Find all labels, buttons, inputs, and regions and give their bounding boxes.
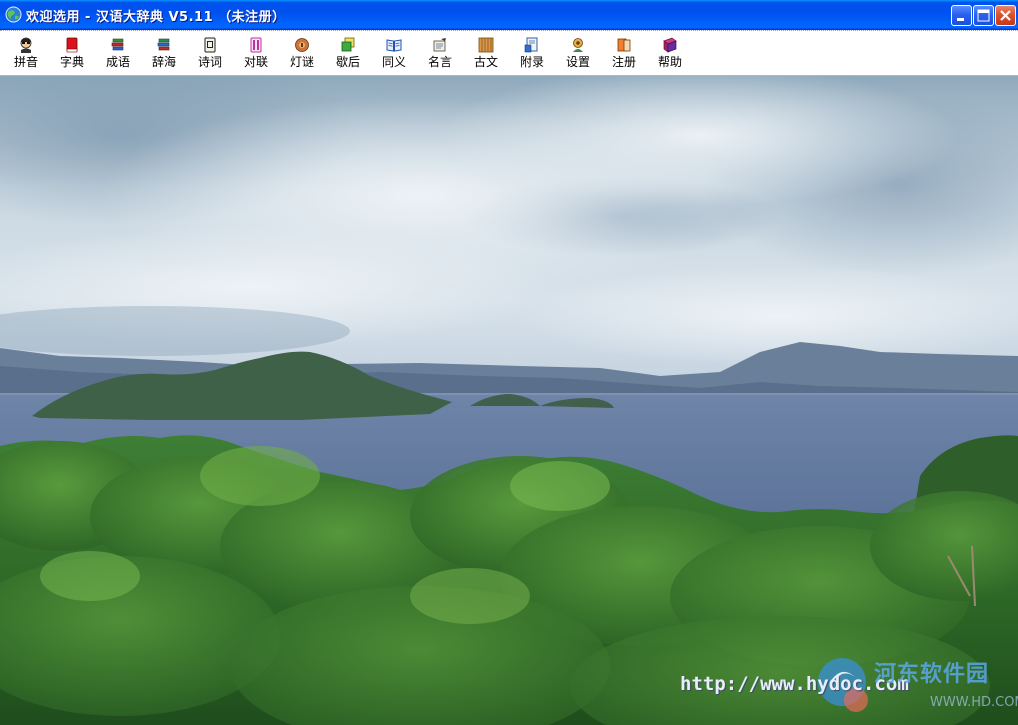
- toolbar-label: 对联: [243, 55, 268, 69]
- landscape-image: [0, 76, 1018, 725]
- maximize-icon: [977, 9, 990, 22]
- lantern-icon: [295, 38, 309, 52]
- help-book-icon: [663, 37, 677, 53]
- toolbar-xiehouyu-button[interactable]: 歇后: [328, 32, 368, 72]
- cards-icon: [341, 37, 355, 52]
- bamboo-slip-icon: [478, 37, 494, 53]
- toolbar-register-button[interactable]: 注册: [604, 32, 644, 72]
- toolbar-appendix-button[interactable]: 附录: [512, 32, 552, 72]
- person-icon: [20, 37, 32, 53]
- gear-person-icon: [573, 38, 583, 52]
- toolbar-label: 诗词: [197, 55, 222, 69]
- toolbar: 拼音 字典 成语 辞海 诗词 对联 灯谜 歇后 同义 名言 古文 附录 设置 注…: [0, 30, 1018, 76]
- globe-app-icon: [5, 6, 22, 23]
- scroll-icon: [250, 37, 262, 53]
- book-stack-icon: [111, 38, 124, 51]
- open-book-icon: [386, 39, 402, 52]
- register-icon: [617, 38, 631, 52]
- toolbar-couplet-button[interactable]: 对联: [236, 32, 276, 72]
- app-window: 欢迎选用 - 汉语大辞典 V5.11 （未注册） 拼音 字典 成语 辞海 诗词 …: [0, 0, 1018, 725]
- toolbar-label: 注册: [611, 55, 636, 69]
- document-icon: [524, 37, 538, 53]
- minimize-icon: [957, 18, 964, 21]
- toolbar-quotes-button[interactable]: 名言: [420, 32, 460, 72]
- window-title: 欢迎选用 - 汉语大辞典 V5.11 （未注册）: [26, 10, 286, 25]
- landscape-background-image: [0, 76, 1018, 725]
- toolbar-pinyin-button[interactable]: 拼音: [6, 32, 46, 72]
- toolbar-help-button[interactable]: 帮助: [650, 32, 690, 72]
- toolbar-label: 灯谜: [289, 55, 314, 69]
- toolbar-label: 附录: [519, 55, 544, 69]
- toolbar-poetry-button[interactable]: 诗词: [190, 32, 230, 72]
- maximize-button[interactable]: [973, 5, 994, 26]
- toolbar-classical-button[interactable]: 古文: [466, 32, 506, 72]
- toolbar-label: 古文: [473, 55, 498, 69]
- toolbar-idiom-button[interactable]: 成语: [98, 32, 138, 72]
- minimize-button[interactable]: [951, 5, 972, 26]
- toolbar-label: 拼音: [13, 55, 38, 69]
- notebook-icon: [204, 37, 216, 53]
- watermark-site-sub: WWW.HD.COM: [930, 695, 1018, 710]
- toolbar-label: 歇后: [335, 55, 360, 69]
- toolbar-cihai-button[interactable]: 辞海: [144, 32, 184, 72]
- toolbar-settings-button[interactable]: 设置: [558, 32, 598, 72]
- watermark-site-name: 河东软件园: [874, 662, 990, 687]
- close-icon: [1000, 10, 1011, 21]
- toolbar-label: 设置: [565, 55, 590, 69]
- book-stack-icon: [157, 38, 170, 51]
- toolbar-synonym-button[interactable]: 同义: [374, 32, 414, 72]
- toolbar-riddle-button[interactable]: 灯谜: [282, 32, 322, 72]
- toolbar-label: 帮助: [657, 55, 682, 69]
- close-button[interactable]: [995, 5, 1016, 26]
- title-bar[interactable]: 欢迎选用 - 汉语大辞典 V5.11 （未注册）: [0, 0, 1018, 30]
- toolbar-label: 字典: [59, 55, 84, 69]
- toolbar-label: 名言: [427, 55, 452, 69]
- toolbar-label: 成语: [105, 55, 130, 69]
- toolbar-dictionary-button[interactable]: 字典: [52, 32, 92, 72]
- red-book-icon: [66, 37, 78, 53]
- pencil-note-icon: [433, 38, 446, 52]
- toolbar-label: 同义: [381, 55, 406, 69]
- toolbar-label: 辞海: [151, 55, 176, 69]
